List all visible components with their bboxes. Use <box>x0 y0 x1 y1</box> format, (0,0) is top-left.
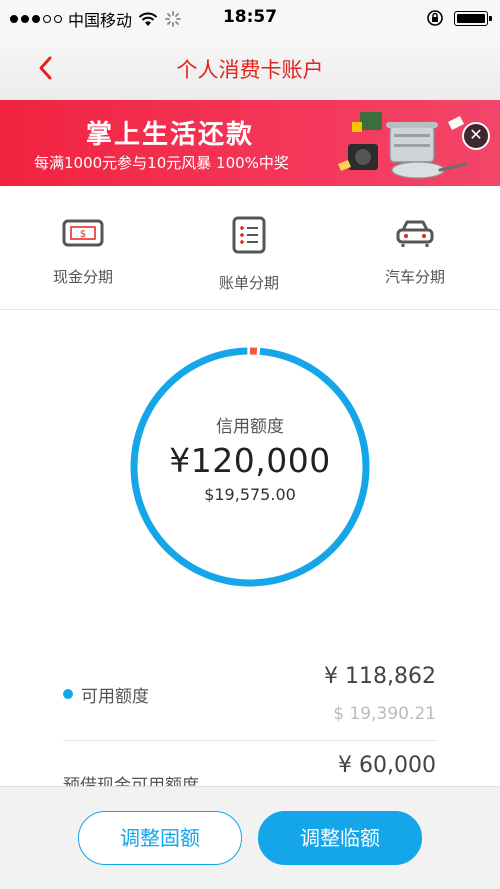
installment-bill[interactable]: 账单分期 <box>166 186 332 309</box>
available-credit-label: 可用额度 <box>81 687 149 707</box>
nav-bar: 个人消费卡账户 <box>0 36 500 100</box>
installment-bill-label: 账单分期 <box>218 274 279 292</box>
rotation-lock-icon <box>427 10 443 26</box>
cash-advance-cny: ¥ 60,000 <box>338 753 436 778</box>
available-credit-row: 可用额度 ¥ 118,862 $ 19,390.21 <box>0 650 500 740</box>
battery-icon <box>454 10 492 26</box>
status-bar: 中国移动 18:57 <box>0 0 500 36</box>
credit-limit-usd: $19,575.00 <box>204 485 296 504</box>
available-credit-cny: ¥ 118,862 <box>324 664 436 689</box>
page-title: 个人消费卡账户 <box>176 58 324 82</box>
bill-list-icon <box>232 216 266 254</box>
promo-banner[interactable]: 掌上生活还款 每满1000元参与10元风暴 100%中奖 ✕ <box>0 100 500 186</box>
cookware-illustration <box>338 112 468 179</box>
status-right <box>426 9 492 27</box>
installment-cash[interactable]: $ 现金分期 <box>0 186 166 309</box>
credit-limit-cny: ¥120,000 <box>169 441 331 480</box>
credit-limit-title: 信用额度 <box>216 417 284 437</box>
cash-advance-row: 预借现金可用额度 ¥ 60,000 <box>0 741 500 786</box>
cash-advance-label: 预借现金可用额度 <box>63 776 199 786</box>
cash-card-icon: $ <box>62 219 104 247</box>
installment-cash-label: 现金分期 <box>52 268 113 286</box>
available-dot-icon <box>63 689 73 699</box>
car-icon <box>396 220 434 247</box>
adjust-fixed-limit-button[interactable]: 调整固额 <box>78 811 242 865</box>
adjust-temp-limit-button[interactable]: 调整临额 <box>258 811 422 865</box>
credit-gauge: 信用额度 ¥120,000 $19,575.00 <box>128 345 372 589</box>
available-credit-usd: $ 19,390.21 <box>333 704 436 724</box>
status-time: 18:57 <box>222 7 278 27</box>
installment-options: $ 现金分期 账单分期 汽车分期 <box>0 186 500 310</box>
bottom-action-bar: 调整固额 调整临额 <box>0 786 500 889</box>
banner-subtitle: 每满1000元参与10元风暴 100%中奖 <box>34 154 289 172</box>
installment-car-label: 汽车分期 <box>384 268 445 286</box>
banner-close-button[interactable]: ✕ <box>462 122 490 150</box>
svg-text:$: $ <box>80 229 86 240</box>
close-icon: ✕ <box>469 125 483 144</box>
banner-headline: 掌上生活还款 <box>86 120 255 150</box>
installment-car[interactable]: 汽车分期 <box>332 186 498 309</box>
